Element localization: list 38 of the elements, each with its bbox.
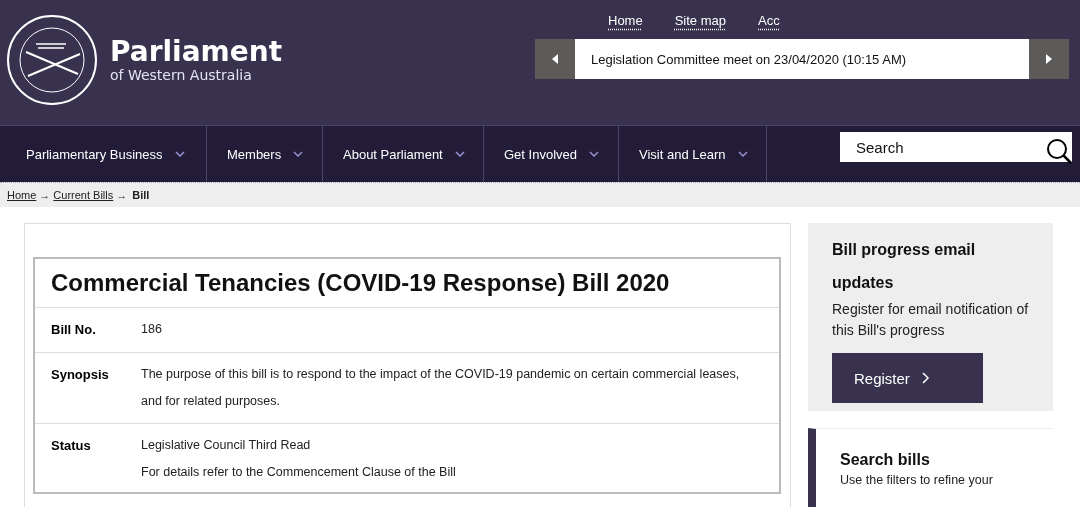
field-label: Synopsis — [51, 366, 110, 384]
field-value: 186 — [141, 321, 162, 338]
utility-link[interactable]: Acc — [758, 13, 780, 39]
chevron-down-icon — [737, 151, 748, 157]
chevron-down-icon — [454, 151, 465, 157]
previous-button[interactable] — [535, 39, 575, 79]
next-button[interactable] — [1029, 39, 1069, 79]
breadcrumb-link[interactable]: Home — [7, 189, 37, 201]
panel-title: Search bills — [840, 451, 931, 469]
breadcrumb-current: Bill — [132, 189, 150, 201]
panel-text: Use the filters to refine your — [840, 473, 994, 487]
field-value: For details refer to the Commencement Clause of the Bill — [141, 464, 456, 481]
arrow-icon: → — [39, 189, 51, 201]
chevron-down-icon — [589, 151, 599, 157]
chevron-down-icon — [174, 151, 185, 157]
register-button[interactable]: Register — [832, 353, 983, 403]
field-value: Legislative Council Third Read — [141, 437, 312, 454]
panel-title: Bill progress email updates — [832, 240, 977, 293]
right-triangle-icon — [1045, 54, 1053, 64]
nav-menu-item[interactable]: Parliamentary Business — [0, 126, 206, 182]
chevron-down-icon — [293, 151, 304, 157]
utility-link[interactable]: Home — [608, 13, 643, 39]
logo-title: Parliament — [110, 36, 283, 67]
chevron-right-icon — [921, 372, 930, 384]
news-ticker[interactable]: Legislation Committee meet on 23/04/2020 (10:15 AM) — [575, 39, 1029, 79]
breadcrumb-link[interactable]: Current Bills — [53, 189, 114, 201]
arrow-icon: → — [116, 189, 128, 201]
panel-text: Register for email notification of this Bill's progress — [832, 300, 1029, 340]
search-field[interactable]: Search — [840, 132, 1072, 162]
field-label: Status — [51, 437, 92, 455]
bill-title: Commercial Tenancies (COVID-19 Response) Bill 2020 — [35, 259, 779, 308]
search-icon[interactable] — [1046, 138, 1072, 164]
field-value: The purpose of this bill is to respond to the impact of the COVID-19 pandemic on certain commercial leases, and for related purposes. — [141, 366, 741, 410]
utility-link[interactable]: Site map — [674, 13, 726, 39]
logo-subtitle: of Western Australia — [110, 66, 253, 83]
crest-logo-icon — [6, 13, 98, 106]
left-triangle-icon — [551, 54, 559, 64]
field-label: Bill No. — [51, 321, 97, 339]
